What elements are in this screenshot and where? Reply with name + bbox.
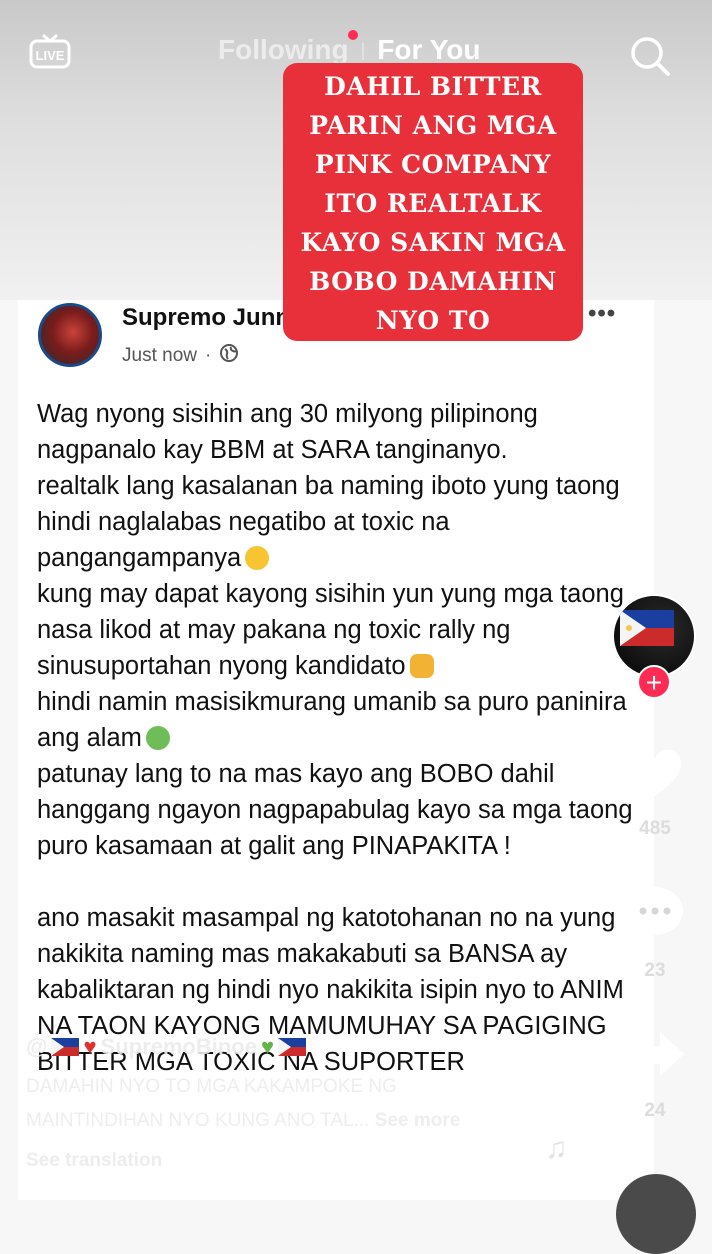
post-author[interactable]: Supremo Junn — [122, 304, 290, 332]
live-button[interactable]: LIVE — [28, 30, 72, 74]
comment-count: 23 — [644, 960, 666, 981]
search-icon[interactable] — [628, 34, 672, 78]
post-more-button[interactable]: ••• — [588, 300, 616, 328]
follow-button[interactable]: + — [637, 665, 671, 699]
see-more-link[interactable]: See more — [375, 1110, 461, 1131]
post-paragraph: kung may dapat kayong sisihin yun yung m… — [37, 580, 624, 680]
post-body: Wag nyong sisihin ang 30 milyong pilipin… — [37, 396, 637, 1080]
smirk-emoji-icon — [245, 546, 270, 570]
creator-username[interactable]: @ ♥ SupremoBinoe ♥ — [26, 1034, 307, 1060]
notification-dot — [348, 30, 358, 40]
overlay-text-line: KAYO SAKIN MGA — [300, 228, 566, 257]
author-avatar[interactable] — [38, 303, 102, 367]
caption-line: DAMAHIN NYO TO MGA KAKAMPOKE NG — [26, 1076, 397, 1097]
tab-separator: | — [360, 39, 366, 60]
green-heart-icon: ♥ — [260, 1034, 275, 1059]
post-paragraph: hindi namin masisikmurang umanib sa puro… — [37, 688, 627, 752]
comment-icon[interactable] — [622, 880, 688, 946]
red-heart-icon: ♥ — [83, 1034, 97, 1059]
music-note-icon: ♫ — [545, 1132, 568, 1165]
share-count: 24 — [644, 1100, 666, 1121]
sick-emoji-icon — [145, 726, 170, 750]
overlay-text-line: BOBO DAMAHIN — [309, 267, 557, 296]
post-paragraph: Wag nyong sisihin ang 30 milyong pilipin… — [37, 400, 538, 464]
overlay-text-line: DAHIL BITTER — [324, 72, 542, 101]
username-text: SupremoBinoe — [100, 1034, 257, 1059]
heart-icon[interactable] — [622, 738, 688, 804]
post-meta: Just now · — [122, 343, 239, 369]
music-disc-icon[interactable] — [616, 1174, 696, 1254]
live-label: LIVE — [36, 48, 65, 63]
see-translation-link[interactable]: See translation — [26, 1150, 162, 1172]
post-time: Just now — [122, 345, 197, 366]
post-paragraph: realtalk lang kasalanan ba naming iboto … — [37, 472, 620, 572]
overlay-text-line: ITO REALTALK — [324, 189, 542, 218]
like-count: 485 — [639, 818, 671, 839]
tab-for-you[interactable]: For You — [377, 34, 480, 66]
post-paragraph: patunay lang to na mas kayo ang BOBO dah… — [37, 760, 633, 860]
meta-separator: · — [204, 345, 212, 366]
flag-icon — [620, 610, 674, 646]
overlay-text-line: PARIN ANG MGA — [309, 111, 557, 140]
tab-following[interactable]: Following — [218, 34, 349, 66]
flag-icon — [278, 1038, 307, 1056]
overlay-text-line: PINK COMPANY — [314, 150, 552, 179]
caption-line: MAINTINDIHAN NYO KUNG ANO TAL... See mor… — [26, 1110, 460, 1132]
globe-icon — [219, 343, 239, 369]
caption-text: MAINTINDIHAN NYO KUNG ANO TAL... — [26, 1110, 370, 1131]
fist-emoji-icon — [409, 654, 434, 678]
share-icon[interactable] — [622, 1022, 688, 1088]
flag-icon — [51, 1038, 80, 1056]
overlay-text-line: NYO TO — [375, 306, 491, 335]
